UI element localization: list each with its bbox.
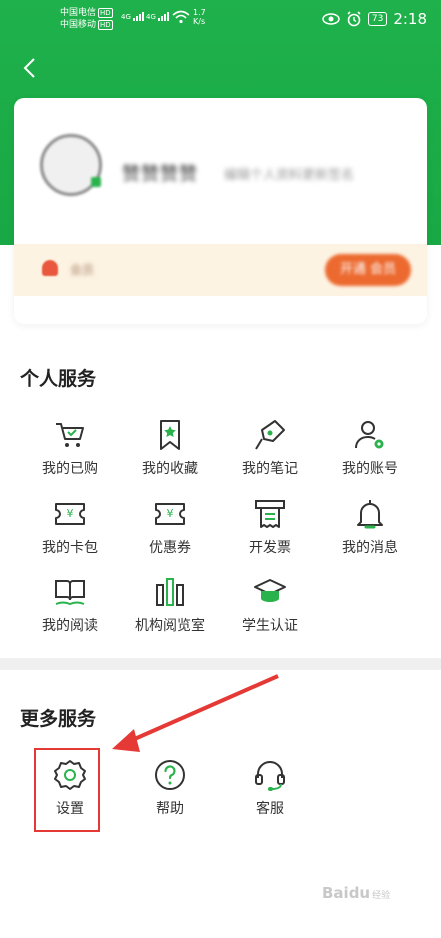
more-item-label: 帮助 bbox=[156, 801, 184, 817]
service-item-reading-room[interactable]: 机构阅览室 bbox=[120, 575, 220, 635]
service-item-account[interactable]: 我的账号 bbox=[320, 418, 420, 478]
service-item-cards[interactable]: ¥ 我的卡包 bbox=[20, 497, 120, 557]
carrier-info: 中国电信 HD 中国移动 HD bbox=[60, 7, 113, 31]
service-label: 我的卡包 bbox=[42, 540, 98, 556]
bookshelf-icon bbox=[156, 578, 184, 606]
signal-icon-2: 4G bbox=[146, 12, 169, 21]
svg-text:¥: ¥ bbox=[167, 507, 174, 520]
invoice-icon bbox=[255, 500, 285, 528]
vip-text: 会员 bbox=[70, 263, 95, 277]
open-book-icon bbox=[55, 580, 85, 606]
service-label: 我的账号 bbox=[342, 461, 398, 477]
avatar[interactable] bbox=[40, 134, 102, 196]
alarm-icon bbox=[347, 11, 361, 27]
headset-icon bbox=[255, 761, 285, 791]
service-item-reading[interactable]: 我的阅读 bbox=[20, 575, 120, 635]
service-label: 开发票 bbox=[249, 540, 291, 556]
wifi-icon bbox=[172, 10, 190, 24]
battery-indicator: 73 bbox=[367, 12, 388, 26]
svg-text:¥: ¥ bbox=[67, 507, 74, 520]
network-speed: 1.7 K/s bbox=[193, 8, 206, 26]
pen-icon bbox=[255, 420, 285, 450]
service-label: 我的阅读 bbox=[42, 618, 98, 634]
service-item-coupons[interactable]: ¥ 优惠券 bbox=[120, 497, 220, 557]
carrier-2: 中国移动 bbox=[60, 20, 97, 30]
vip-banner[interactable]: 会员 开通 会员 bbox=[14, 244, 427, 296]
bell-icon bbox=[357, 500, 383, 529]
wallet-yen-icon: ¥ bbox=[55, 503, 85, 525]
more-item-customer-service[interactable]: 客服 bbox=[220, 758, 320, 818]
vip-icon bbox=[42, 260, 58, 276]
status-bar: 中国电信 HD 中国移动 HD 4G 4G 1.7 K/s 73 2:18 bbox=[0, 0, 441, 40]
cart-check-icon bbox=[56, 423, 84, 447]
profile-card: 赞赞赞赞 编辑个人资料更新签名 会员 开通 会员 bbox=[14, 98, 427, 324]
service-item-invoice[interactable]: 开发票 bbox=[220, 497, 320, 557]
watermark: Baidu 经验 bbox=[322, 884, 391, 902]
bookmark-star-icon bbox=[160, 420, 180, 450]
username[interactable]: 赞赞赞赞 bbox=[122, 160, 198, 186]
service-item-student-cert[interactable]: 学生认证 bbox=[220, 575, 320, 635]
hd-badge-1: HD bbox=[98, 8, 113, 18]
service-label: 我的消息 bbox=[342, 540, 398, 556]
service-item-messages[interactable]: 我的消息 bbox=[320, 497, 420, 557]
section-divider bbox=[0, 658, 441, 670]
hd-badge-2: HD bbox=[98, 20, 113, 30]
more-services-title: 更多服务 bbox=[20, 708, 97, 730]
user-gear-icon bbox=[355, 421, 384, 449]
service-label: 机构阅览室 bbox=[135, 618, 205, 634]
eye-icon bbox=[322, 13, 340, 25]
user-description: 编辑个人资料更新签名 bbox=[224, 168, 355, 183]
back-button[interactable] bbox=[18, 56, 42, 80]
annotation-highlight-box bbox=[34, 748, 100, 832]
chevron-left-icon bbox=[23, 58, 35, 78]
service-item-favorites[interactable]: 我的收藏 bbox=[120, 418, 220, 478]
service-label: 我的收藏 bbox=[142, 461, 198, 477]
graduation-cap-icon bbox=[254, 579, 286, 602]
service-label: 我的笔记 bbox=[242, 461, 298, 477]
service-item-notes[interactable]: 我的笔记 bbox=[220, 418, 320, 478]
personal-services-title: 个人服务 bbox=[20, 368, 97, 390]
vip-open-button[interactable]: 开通 会员 bbox=[325, 254, 411, 286]
service-label: 学生认证 bbox=[242, 618, 298, 634]
service-label: 优惠券 bbox=[149, 540, 191, 556]
coupon-yen-icon: ¥ bbox=[155, 503, 185, 525]
signal-icon: 4G bbox=[121, 12, 144, 21]
carrier-1: 中国电信 bbox=[60, 8, 97, 18]
service-item-purchased[interactable]: 我的已购 bbox=[20, 418, 120, 478]
clock: 2:18 bbox=[393, 10, 427, 28]
service-label: 我的已购 bbox=[42, 461, 98, 477]
help-icon bbox=[155, 760, 185, 790]
more-item-label: 客服 bbox=[256, 801, 284, 817]
more-item-help[interactable]: 帮助 bbox=[120, 758, 220, 818]
